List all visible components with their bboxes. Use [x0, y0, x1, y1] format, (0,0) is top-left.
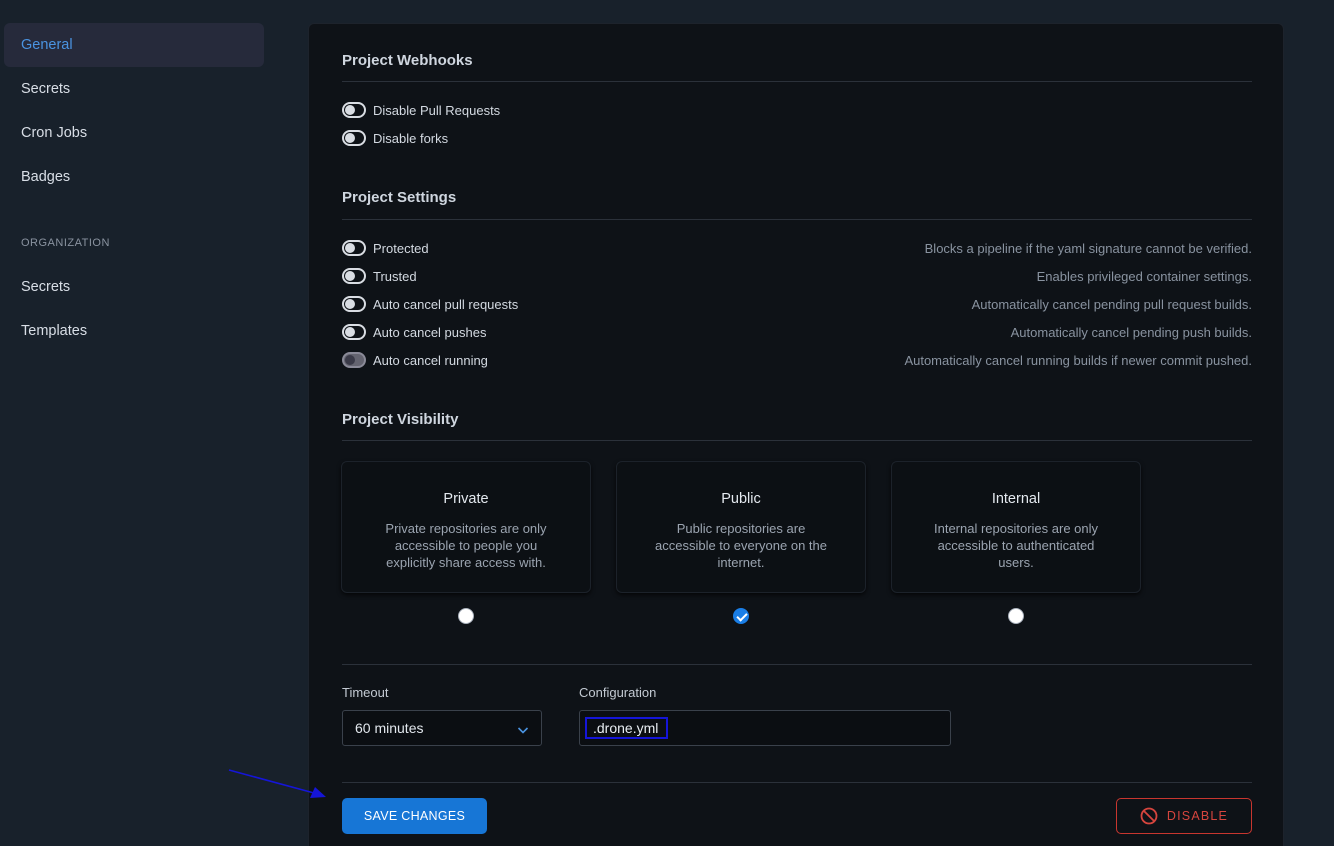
timeout-value: 60 minutes: [355, 720, 424, 736]
option-label: Auto cancel pull requests: [373, 296, 519, 312]
option-label: Trusted: [373, 268, 417, 284]
option-label: Protected: [373, 240, 429, 256]
disable-button[interactable]: DISABLE: [1116, 798, 1252, 834]
sidebar-item-label: Templates: [21, 323, 88, 339]
card-description: Public repositories are accessible to ev…: [655, 521, 827, 570]
sidebar-item-label: Secrets: [21, 279, 71, 295]
option-auto-cancel-running: Auto cancel running Automatically cancel…: [342, 350, 1252, 370]
sidebar-section-header: ORGANIZATION: [21, 237, 110, 249]
divider: [342, 664, 1252, 665]
sidebar-item-badges[interactable]: Badges: [4, 155, 264, 199]
option-label: Disable Pull Requests: [373, 102, 501, 118]
sidebar-item-label: Badges: [21, 169, 71, 185]
visibility-title: Project Visibility: [342, 411, 459, 428]
annotation-arrow-icon: [228, 769, 326, 798]
option-description: Automatically cancel running builds if n…: [904, 352, 1252, 368]
visibility-card-private[interactable]: Private Private repositories are only ac…: [341, 461, 591, 593]
sidebar-item-label: General: [21, 37, 73, 53]
disable-pull-requests-toggle[interactable]: [342, 102, 366, 118]
sidebar-item-cron-jobs[interactable]: Cron Jobs: [4, 111, 264, 155]
configuration-input[interactable]: .drone.yml: [579, 710, 951, 746]
settings-panel: Project Webhooks Disable Pull Requests D…: [308, 23, 1284, 846]
sidebar-item-label: Cron Jobs: [21, 125, 88, 141]
option-disable-pull-requests: Disable Pull Requests: [342, 100, 1252, 120]
option-label: Auto cancel running: [373, 352, 488, 368]
disable-forks-toggle[interactable]: [342, 130, 366, 146]
webhooks-title: Project Webhooks: [342, 52, 473, 69]
configuration-label: Configuration: [579, 685, 657, 700]
visibility-internal-radio[interactable]: [1008, 608, 1024, 624]
option-trusted: Trusted Enables privileged container set…: [342, 266, 1252, 286]
option-description: Blocks a pipeline if the yaml signature …: [924, 240, 1252, 256]
save-changes-button[interactable]: SAVE CHANGES: [342, 798, 487, 834]
card-description: Private repositories are only accessible…: [385, 521, 547, 570]
sidebar-item-templates[interactable]: Templates: [4, 309, 264, 353]
timeout-label: Timeout: [342, 685, 389, 700]
protected-toggle[interactable]: [342, 240, 366, 256]
auto-cancel-running-toggle[interactable]: [342, 352, 366, 368]
option-label: Auto cancel pushes: [373, 324, 487, 340]
sidebar-item-label: Secrets: [21, 81, 71, 97]
sidebar: General Secrets Cron Jobs Badges ORGANIZ…: [0, 0, 268, 846]
option-auto-cancel-pull-requests: Auto cancel pull requests Automatically …: [342, 294, 1252, 314]
configuration-value: .drone.yml: [585, 717, 669, 739]
auto-cancel-pull-requests-toggle[interactable]: [342, 296, 366, 312]
sidebar-item-secrets[interactable]: Secrets: [4, 67, 264, 111]
disable-button-label: DISABLE: [1166, 809, 1229, 823]
option-description: Automatically cancel pending push builds…: [1010, 324, 1252, 340]
divider: [342, 782, 1252, 783]
visibility-card-public[interactable]: Public Public repositories are accessibl…: [616, 461, 866, 593]
option-disable-forks: Disable forks: [342, 128, 1252, 148]
timeout-select[interactable]: 60 minutes: [342, 710, 542, 746]
save-button-label: SAVE CHANGES: [363, 809, 466, 823]
settings-title: Project Settings: [342, 189, 457, 206]
trusted-toggle[interactable]: [342, 268, 366, 284]
option-auto-cancel-pushes: Auto cancel pushes Automatically cancel …: [342, 322, 1252, 342]
visibility-public-radio[interactable]: [733, 608, 749, 624]
option-description: Automatically cancel pending pull reques…: [971, 296, 1252, 312]
card-title: Public: [721, 491, 761, 507]
visibility-card-internal[interactable]: Internal Internal repositories are only …: [891, 461, 1141, 593]
auto-cancel-pushes-toggle[interactable]: [342, 324, 366, 340]
chevron-down-icon: [517, 727, 529, 734]
sidebar-item-general[interactable]: General: [4, 23, 264, 67]
divider: [342, 219, 1252, 220]
option-description: Enables privileged container settings.: [1036, 268, 1252, 284]
divider: [342, 81, 1252, 82]
card-description: Internal repositories are only accessibl…: [933, 521, 1099, 570]
visibility-private-radio[interactable]: [458, 608, 474, 624]
option-label: Disable forks: [373, 130, 449, 146]
card-title: Private: [443, 491, 489, 507]
option-protected: Protected Blocks a pipeline if the yaml …: [342, 238, 1252, 258]
sidebar-item-org-secrets[interactable]: Secrets: [4, 265, 264, 309]
block-icon: [1140, 807, 1158, 825]
card-title: Internal: [991, 491, 1041, 507]
divider: [342, 440, 1252, 441]
